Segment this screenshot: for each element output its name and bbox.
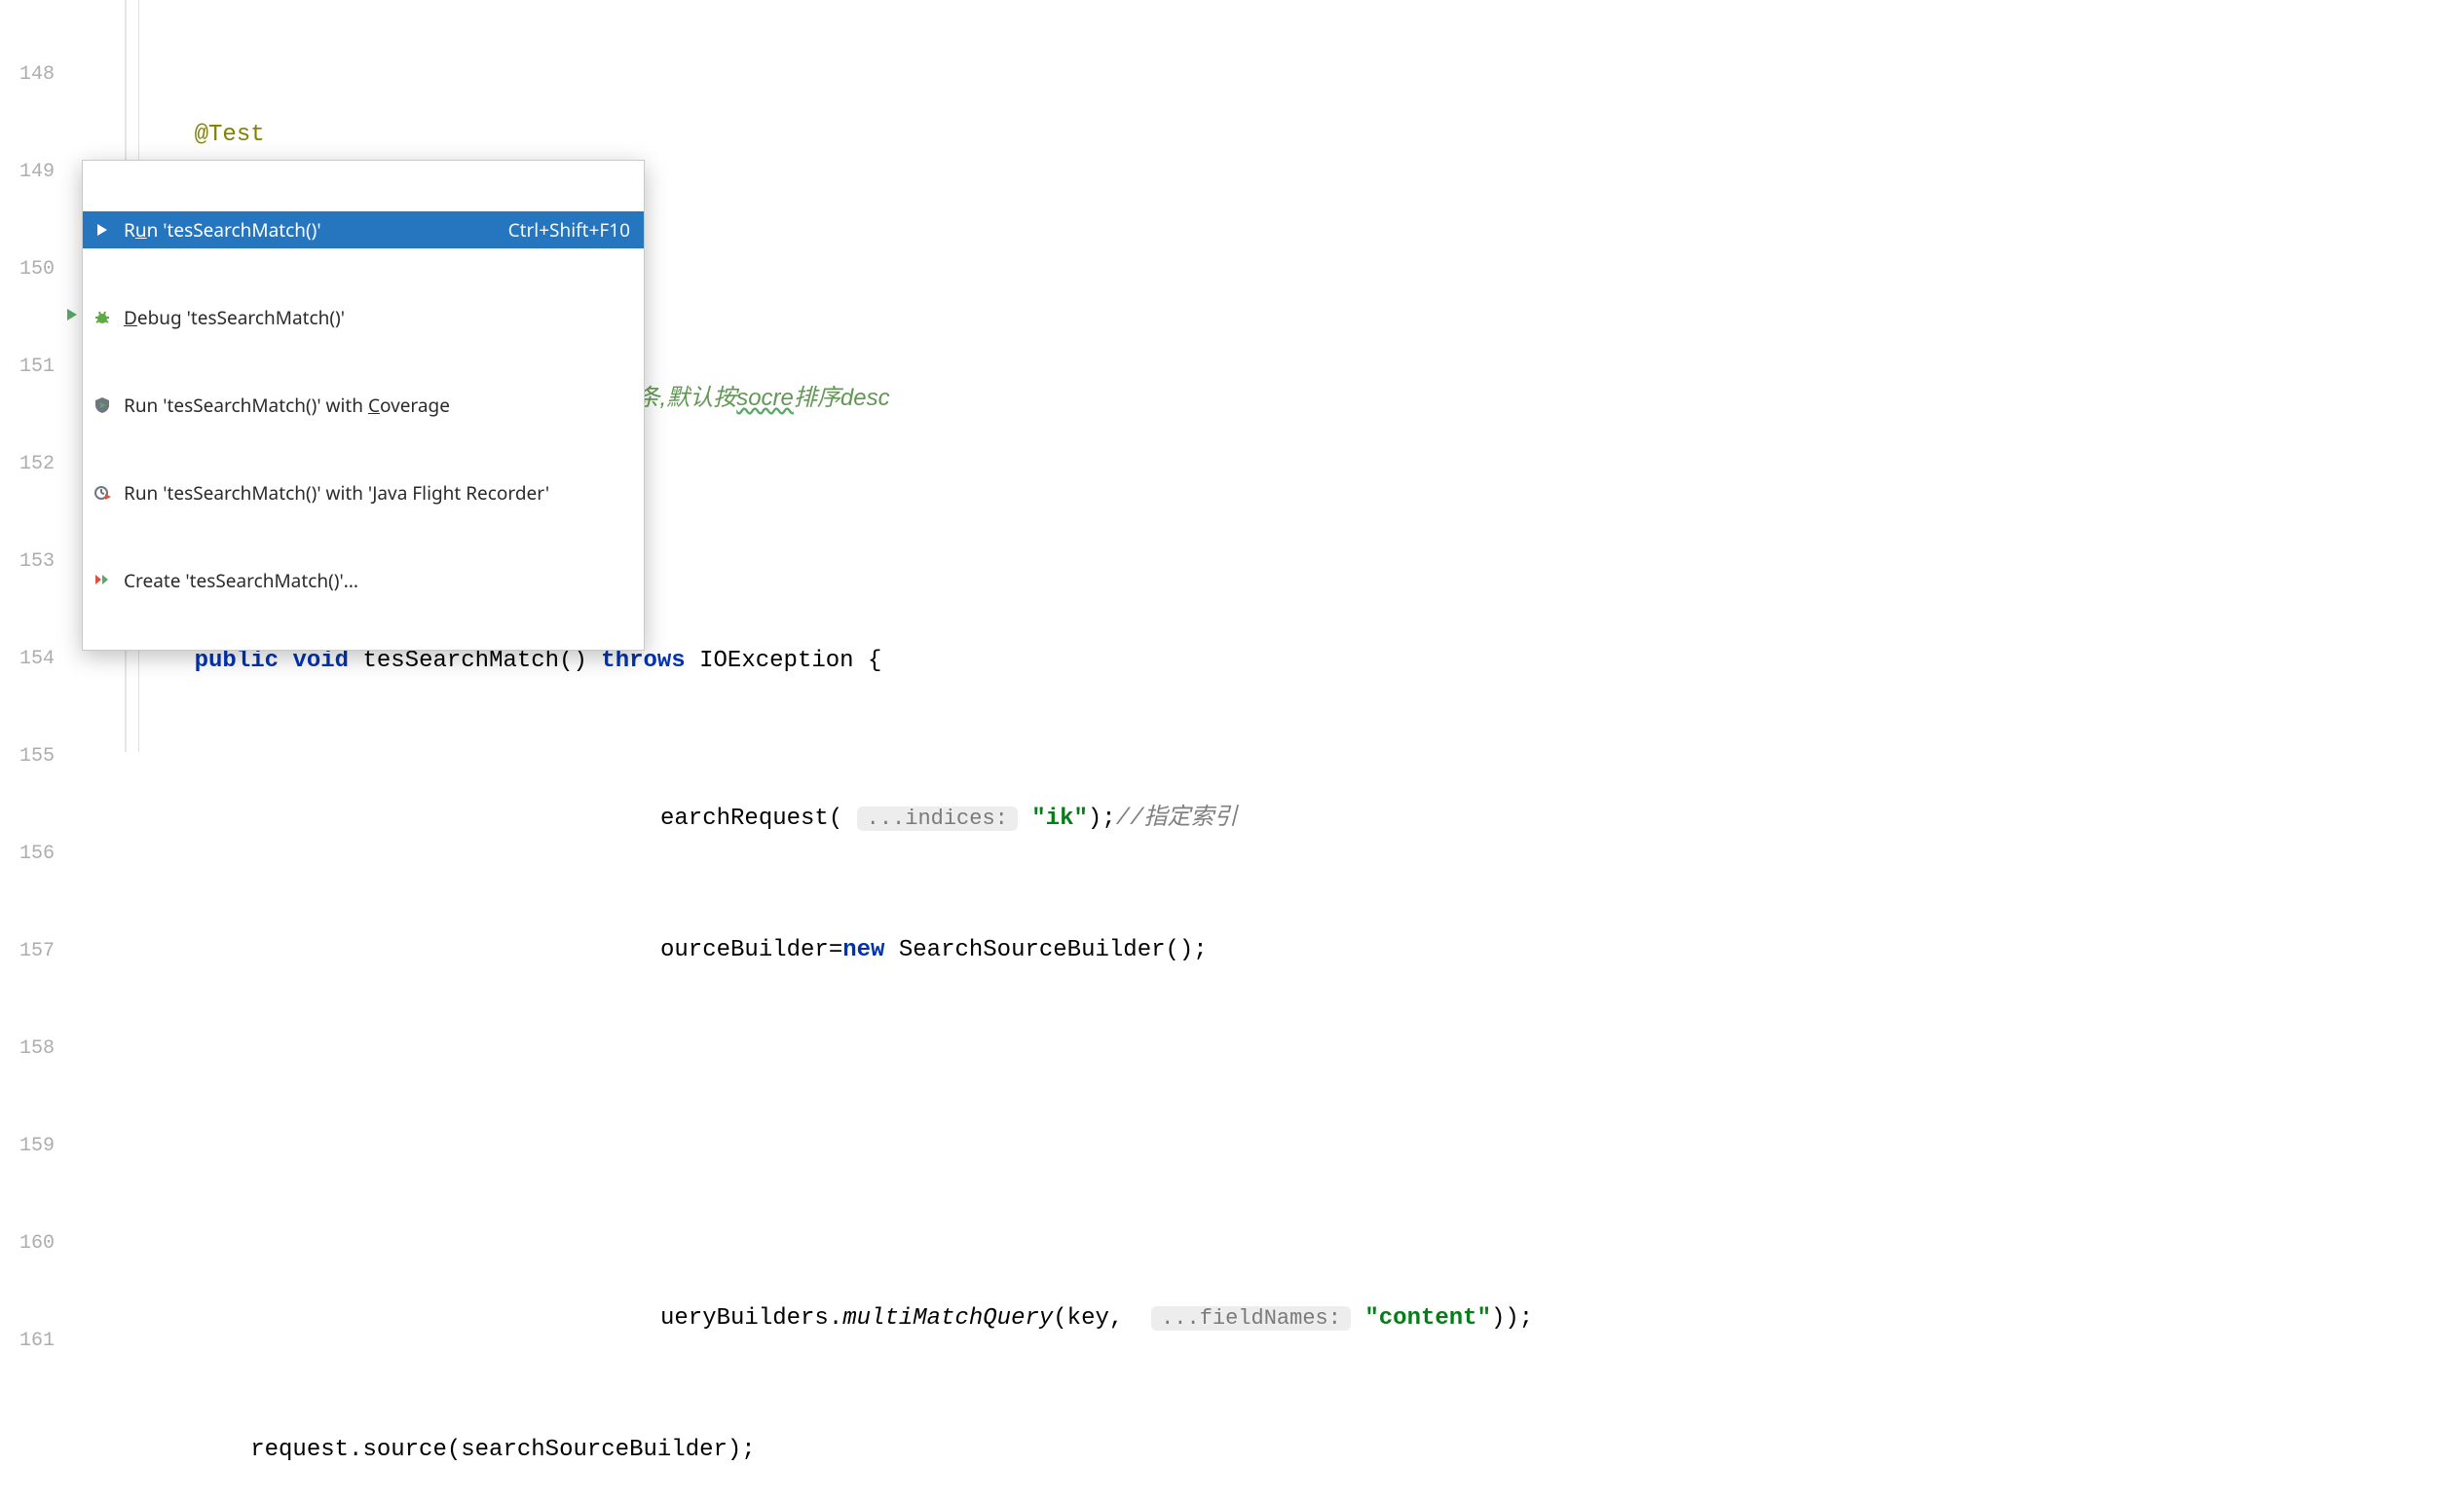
code-line[interactable]: earchRequest( ...indices: "ik");//指定索引 <box>127 793 2464 846</box>
code-fragment: SearchSourceBuilder(); <box>884 937 1207 963</box>
line-number: 156 <box>0 828 70 881</box>
line-number: 160 <box>0 1218 70 1270</box>
method-name: tesSearchMatch() <box>362 648 586 674</box>
code-line[interactable] <box>127 1056 2464 1109</box>
type-ref: IOException <box>699 648 853 674</box>
code-line[interactable] <box>127 1161 2464 1214</box>
menu-item-run-coverage[interactable]: Run 'tesSearchMatch()' with Coverage <box>83 387 644 424</box>
run-icon <box>93 220 112 240</box>
keyword: throws <box>601 648 685 674</box>
shield-run-icon <box>93 395 112 415</box>
menu-item-label: Run 'tesSearchMatch()' <box>124 217 497 243</box>
code-editor[interactable]: 148 149 150 151 152 153 154 155 156 157 … <box>0 0 2464 752</box>
code-fragment: earchRequest( <box>660 806 842 832</box>
line-number: 157 <box>0 925 70 978</box>
annotation: @Test <box>195 122 265 148</box>
line-number: 155 <box>0 731 70 783</box>
line-number: 148 <box>0 49 70 101</box>
line-number: 150 <box>0 244 70 296</box>
code-line[interactable]: @Test <box>127 109 2464 162</box>
line-number: 154 <box>0 633 70 686</box>
string-literal: "ik" <box>1031 806 1088 832</box>
line-comment: //指定索引 <box>1116 806 1238 832</box>
line-number: 159 <box>0 1120 70 1173</box>
line-number: 149 <box>0 146 70 199</box>
keyword: public <box>195 648 279 674</box>
line-number: 151 <box>0 341 70 394</box>
menu-item-label: Create 'tesSearchMatch()'... <box>124 568 618 593</box>
code-line[interactable]: ueryBuilders.multiMatchQuery(key, ...fie… <box>127 1293 2464 1345</box>
bug-icon <box>93 308 112 327</box>
create-run-config-icon <box>93 571 112 590</box>
menu-item-label: Run 'tesSearchMatch()' with 'Java Flight… <box>124 480 618 506</box>
line-number: 153 <box>0 536 70 588</box>
menu-item-label: Debug 'tesSearchMatch()' <box>124 305 618 330</box>
line-number: 158 <box>0 1023 70 1075</box>
string-literal: "content" <box>1364 1305 1491 1332</box>
menu-item-run-jfr[interactable]: Run 'tesSearchMatch()' with 'Java Flight… <box>83 474 644 511</box>
run-context-menu[interactable]: Run 'tesSearchMatch()' Ctrl+Shift+F10 De… <box>82 160 645 651</box>
code-fragment: )); <box>1491 1305 1533 1332</box>
code-fragment: ueryBuilders. <box>660 1305 842 1332</box>
code-line[interactable]: request.source(searchSourceBuilder); <box>127 1424 2464 1477</box>
code-fragment: request.source(searchSourceBuilder); <box>250 1437 755 1463</box>
menu-item-run[interactable]: Run 'tesSearchMatch()' Ctrl+Shift+F10 <box>83 211 644 248</box>
method-call: multiMatchQuery <box>842 1305 1053 1332</box>
parameter-hint: ...indices: <box>857 807 1018 831</box>
code-fragment: ourceBuilder= <box>660 937 842 963</box>
spellcheck-typo[interactable]: socre <box>736 385 794 411</box>
menu-item-shortcut: Ctrl+Shift+F10 <box>508 217 630 243</box>
menu-item-debug[interactable]: Debug 'tesSearchMatch()' <box>83 299 644 336</box>
comment-text: 排序desc <box>794 385 890 411</box>
code-fragment: (key, <box>1053 1305 1137 1332</box>
menu-item-label: Run 'tesSearchMatch()' with Coverage <box>124 393 618 418</box>
menu-item-create-config[interactable]: Create 'tesSearchMatch()'... <box>83 562 644 599</box>
code-line[interactable]: ourceBuilder=new SearchSourceBuilder(); <box>127 924 2464 977</box>
line-number: 152 <box>0 438 70 491</box>
code-fragment: ); <box>1088 806 1116 832</box>
line-number-gutter: 148 149 150 151 152 153 154 155 156 157 … <box>0 0 70 752</box>
brace: { <box>854 648 882 674</box>
line-number: 161 <box>0 1315 70 1368</box>
keyword: new <box>842 937 884 963</box>
clock-run-icon <box>93 483 112 503</box>
parameter-hint: ...fieldNames: <box>1151 1306 1351 1331</box>
keyword: void <box>292 648 349 674</box>
